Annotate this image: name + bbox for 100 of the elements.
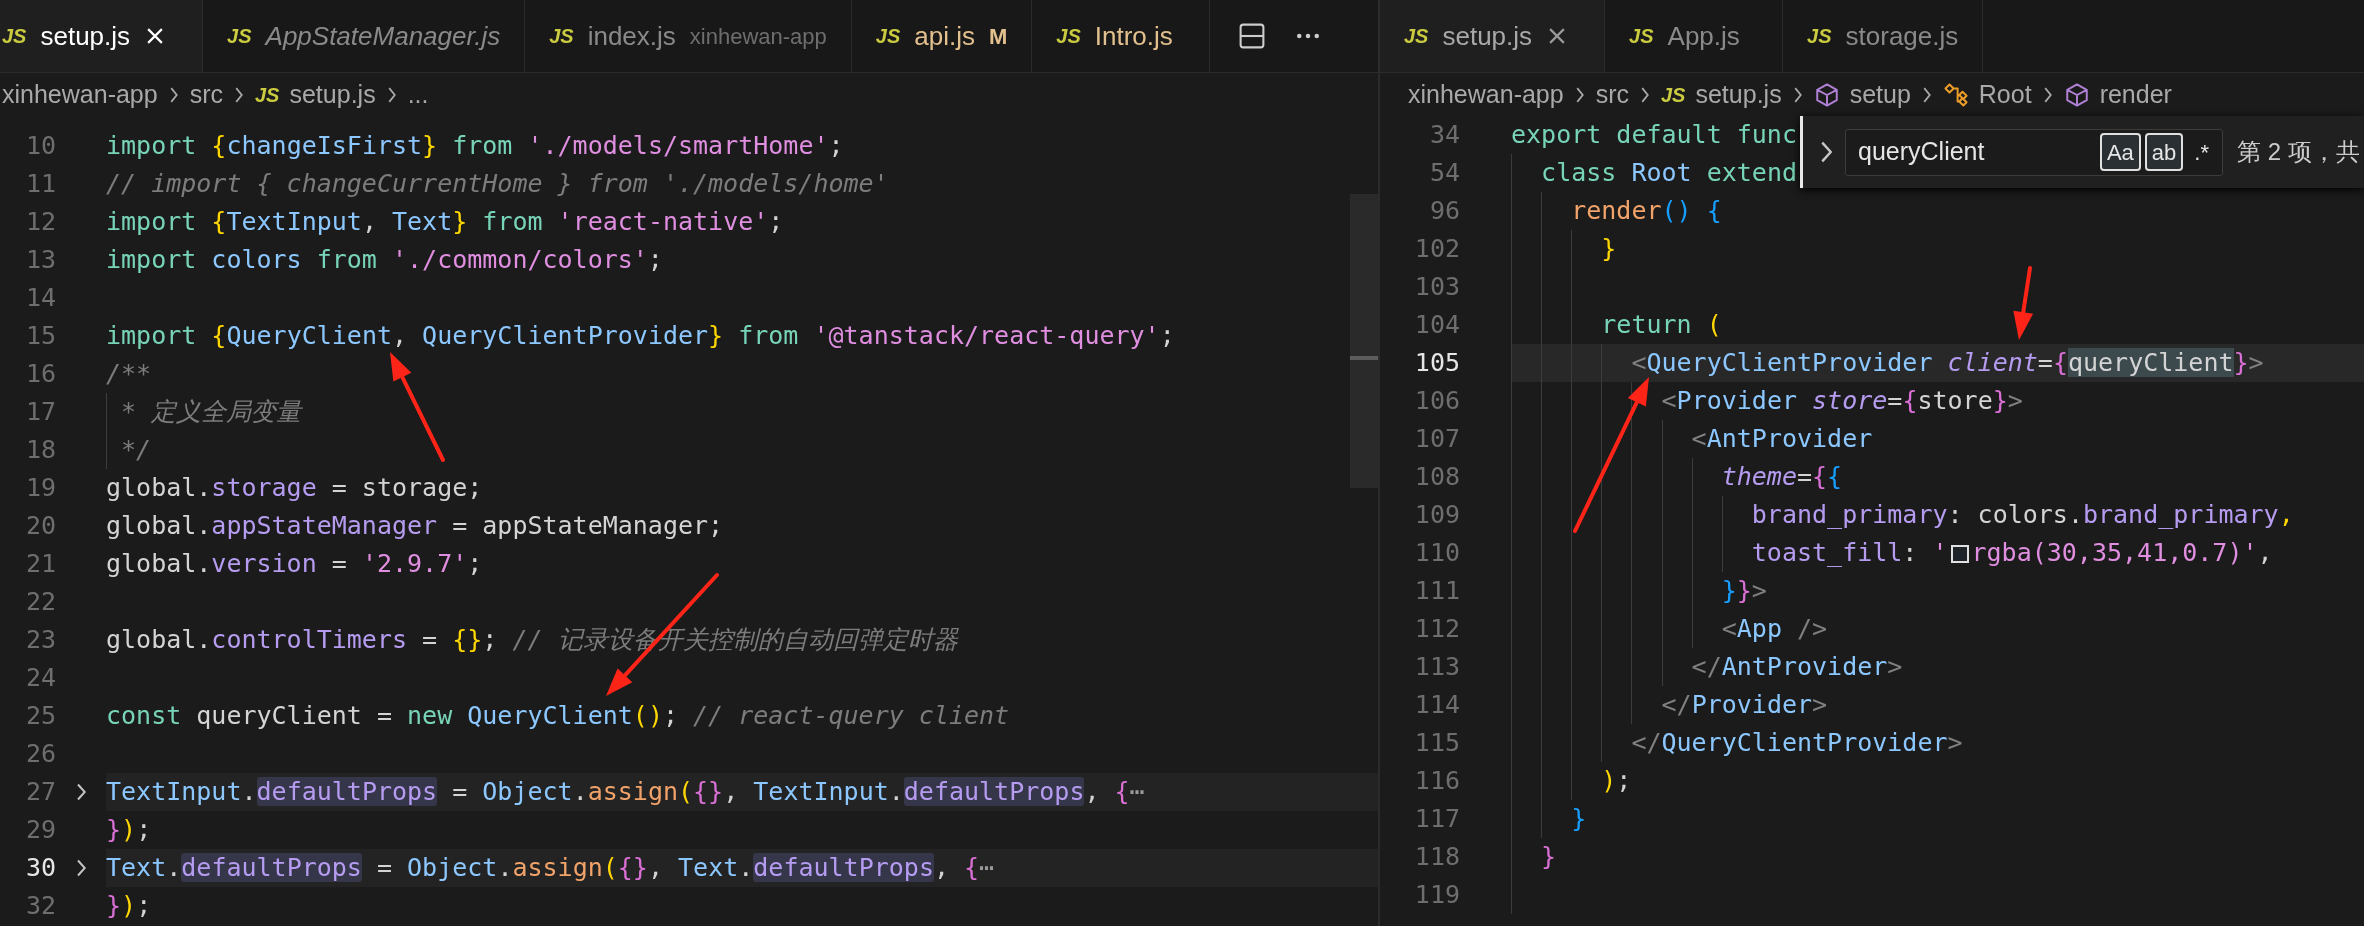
editor-tab[interactable]: JS setup.js <box>0 0 204 72</box>
file-icon: JS <box>1404 21 1429 51</box>
code-line: * 定义全局变量 <box>120 396 302 429</box>
code-line: export default func <box>1511 119 1797 152</box>
line-number: 11 <box>24 168 56 201</box>
line-number: 18 <box>24 434 56 467</box>
line-number: 117 <box>1413 803 1460 836</box>
line-number: 10 <box>24 130 56 163</box>
code-line: class Root extend <box>1540 157 1797 190</box>
code-line: const queryClient = new QueryClient(); // react-query client <box>106 700 1010 733</box>
line-number: 16 <box>24 358 56 391</box>
file-icon: JS <box>549 21 574 51</box>
line-number: 27 <box>24 776 56 809</box>
file-icon: JS <box>255 79 280 110</box>
file-icon: JS <box>2 21 27 51</box>
line-number: 116 <box>1413 765 1460 798</box>
code-line: <Provider store={store}> <box>1660 385 2023 418</box>
code-line: } <box>1570 803 1587 836</box>
line-number: 106 <box>1413 385 1460 418</box>
code-line: global.storage = storage; <box>106 472 483 505</box>
option-toggle[interactable]: Aa <box>2099 133 2141 171</box>
breadcrumb-item[interactable]: setup <box>1813 75 1911 114</box>
code-line: }); <box>106 890 152 923</box>
file-icon: JS <box>1629 21 1654 51</box>
code-line: toast_fill: ' rgba(30,35,41,0.7)', <box>1750 537 2273 570</box>
line-number: 104 <box>1413 309 1460 342</box>
line-number: 107 <box>1413 423 1460 456</box>
code-line: theme={{ <box>1720 461 1843 494</box>
line-number: 103 <box>1413 271 1460 304</box>
code-line: return ( <box>1600 309 1722 342</box>
line-number: 26 <box>24 738 56 771</box>
code-line: </QueryClientProvider> <box>1630 727 1963 760</box>
line-number: 13 <box>24 244 56 277</box>
line-number: 110 <box>1413 537 1460 570</box>
code-line: brand_primary: colors.brand_primary, <box>1750 499 2294 532</box>
code-line: import {TextInput, Text} from 'react-native'; <box>106 206 784 239</box>
match-count: 第 2 项，共 <box>2237 137 2360 167</box>
line-number: 19 <box>24 472 56 505</box>
code-line: // import { changeCurrentHome } from './models/home' <box>106 168 889 201</box>
line-number: 105 <box>1413 347 1460 380</box>
code-line: }); <box>106 814 152 847</box>
breadcrumb-item[interactable]: JS setup.js <box>1661 75 1782 114</box>
line-number: 25 <box>24 700 56 733</box>
line-number: 14 <box>24 282 56 315</box>
scrollbar-marker <box>1350 356 1378 360</box>
code-line: */ <box>120 434 152 467</box>
breadcrumb-item[interactable]: xinhewan-app <box>1408 75 1564 114</box>
file-icon: JS <box>1056 21 1081 51</box>
breadcrumb-item[interactable]: ... <box>407 75 429 114</box>
find-field[interactable]: queryClient Aa ab .* <box>1845 128 2223 176</box>
breadcrumb-item[interactable]: src <box>189 75 223 114</box>
file-icon: JS <box>227 21 252 51</box>
breadcrumb-item[interactable]: render <box>2063 75 2172 114</box>
line-number: 12 <box>24 206 56 239</box>
code-line: </Provider> <box>1660 689 1828 722</box>
code-line: global.version = '2.9.7'; <box>106 548 483 581</box>
breadcrumb-item[interactable]: xinhewan-app <box>2 75 158 114</box>
line-number: 96 <box>1428 195 1460 228</box>
split-editor-icon[interactable] <box>1238 22 1267 50</box>
option-toggle[interactable]: ab <box>2144 133 2184 171</box>
line-number: 23 <box>24 624 56 657</box>
code-line: <AntProvider <box>1690 423 1873 456</box>
code-line: ); <box>1600 765 1632 798</box>
code-line: } <box>1540 841 1557 874</box>
file-icon: JS <box>1661 79 1686 110</box>
line-number: 115 <box>1413 727 1460 760</box>
code-line: TextInput.defaultProps = Object.assign({}, TextInput.defaultProps, {⋯ <box>106 776 1145 809</box>
line-number: 32 <box>24 890 56 923</box>
file-icon: JS <box>1807 21 1832 51</box>
line-number: 118 <box>1413 841 1460 874</box>
line-number: 34 <box>1428 119 1460 152</box>
line-number: 54 <box>1428 157 1460 190</box>
line-number: 113 <box>1413 651 1460 684</box>
code-line: <App /> <box>1720 613 1828 646</box>
code-line: import {changeIsFirst} from './models/smartHome'; <box>106 130 844 163</box>
option-toggle[interactable]: .* <box>2187 133 2216 171</box>
breadcrumb-item[interactable]: src <box>1595 75 1629 114</box>
line-number: 112 <box>1413 613 1460 646</box>
code-line: global.appStateManager = appStateManager; <box>106 510 724 543</box>
code-line: </AntProvider> <box>1690 651 1903 684</box>
scrollbar-thumb[interactable] <box>1350 194 1378 488</box>
line-number: 119 <box>1413 879 1460 912</box>
code-line: }}> <box>1720 575 1767 608</box>
line-number: 17 <box>24 396 56 429</box>
line-number: 20 <box>24 510 56 543</box>
code-line: render() { <box>1570 195 1722 228</box>
line-number: 22 <box>24 586 56 619</box>
breadcrumb-item[interactable]: JS setup.js <box>255 75 376 114</box>
line-number: 108 <box>1413 461 1460 494</box>
code-line: import colors from './common/colors'; <box>106 244 663 277</box>
line-number: 21 <box>24 548 56 581</box>
breadcrumb-item[interactable]: Root <box>1942 75 2032 114</box>
line-number: 102 <box>1413 233 1460 266</box>
code-line: /** <box>106 358 152 391</box>
class-icon <box>1942 81 1969 108</box>
editor-tab[interactable]: JS setup.js <box>1380 0 1606 72</box>
code-line: <QueryClientProvider client={queryClient}> <box>1630 347 2264 380</box>
line-number: 30 <box>24 852 56 885</box>
file-icon: JS <box>875 21 901 51</box>
cube-icon <box>2063 81 2090 108</box>
